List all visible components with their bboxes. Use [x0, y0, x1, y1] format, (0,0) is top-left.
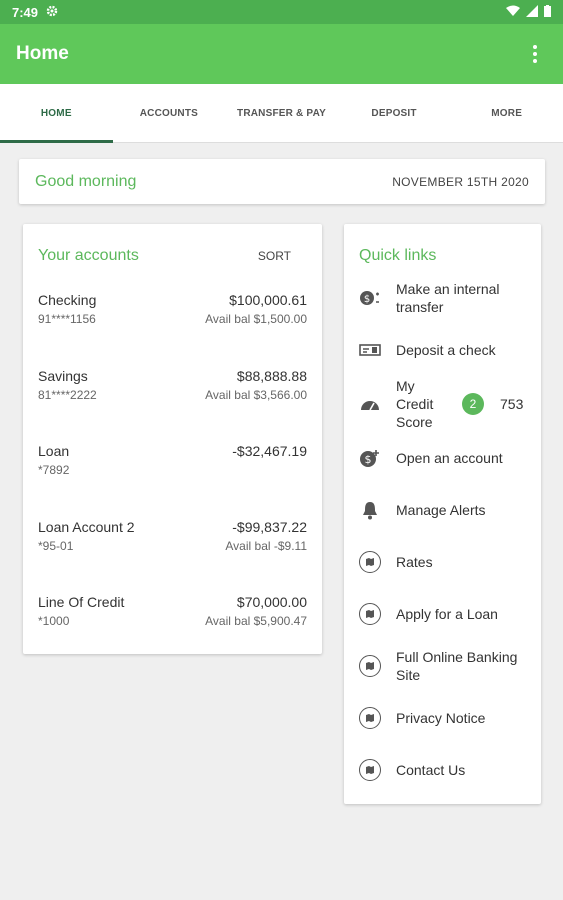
credit-score-value: 753 [500, 396, 524, 412]
greeting-date: NOVEMBER 15TH 2020 [392, 174, 529, 189]
transfer-icon: $ [358, 286, 382, 310]
gauge-icon [358, 392, 382, 416]
account-available: Avail bal $3,566.00 [205, 387, 307, 402]
account-number: *1000 [38, 614, 70, 628]
quick-links-title: Quick links [359, 247, 437, 264]
account-name: Line Of Credit [38, 594, 125, 610]
quick-link-full-online-banking[interactable]: Full Online Banking Site [344, 640, 541, 692]
quick-link-label: Rates [396, 554, 433, 570]
map-icon [358, 706, 382, 730]
account-available: Avail bal $5,900.47 [205, 614, 307, 628]
page-title: Home [16, 43, 69, 64]
check-icon [358, 338, 382, 362]
wifi-icon [506, 5, 520, 20]
account-balance: -$32,467.19 [232, 443, 307, 459]
dollar-plus-icon: $ [358, 446, 382, 470]
tab-bar: HOME ACCOUNTS TRANSFER & PAY DEPOSIT MOR… [0, 84, 563, 143]
quick-link-label: Deposit a check [396, 342, 496, 358]
quick-link-label: Make an internal transfer [396, 281, 500, 315]
quick-link-label: Manage Alerts [396, 502, 486, 518]
account-number: 81****2222 [38, 387, 97, 402]
account-row-loan[interactable]: Loan *7892 -$32,467.19 [23, 423, 322, 499]
quick-link-manage-alerts[interactable]: Manage Alerts [344, 484, 541, 536]
account-name: Loan [38, 443, 70, 459]
map-icon [358, 654, 382, 678]
account-number: 91****1156 [38, 312, 96, 326]
tab-home[interactable]: HOME [0, 84, 113, 143]
quick-links-header: Quick links [344, 224, 541, 272]
credit-score-badge: 2 [462, 393, 484, 415]
quick-link-contact-us[interactable]: Contact Us [344, 744, 541, 796]
account-row-loan-account-2[interactable]: Loan Account 2 *95-01 -$99,837.22 Avail ba… [23, 499, 322, 575]
quick-link-apply-loan[interactable]: Apply for a Loan [344, 588, 541, 640]
quick-link-label: Full Online Banking Site [396, 649, 518, 683]
account-number: *7892 [38, 463, 70, 477]
quick-links-card: Quick links $ Make an internal transfer … [344, 224, 541, 804]
accounts-card: Your accounts SORT Checking 91****1156 $1… [23, 224, 322, 654]
quick-link-label: Privacy Notice [396, 710, 486, 726]
tab-transfer-pay[interactable]: TRANSFER & PAY [225, 84, 338, 142]
account-balance: $100,000.61 [229, 292, 307, 308]
map-icon [358, 758, 382, 782]
quick-link-label: Open an account [396, 450, 503, 466]
quick-link-deposit-check[interactable]: Deposit a check [344, 324, 541, 376]
quick-link-internal-transfer[interactable]: $ Make an internal transfer [344, 272, 541, 324]
tab-deposit[interactable]: DEPOSIT [338, 84, 451, 142]
account-row-savings[interactable]: Savings 81****2222 $88,888.88 Avail bal $3… [23, 348, 322, 424]
account-number: *95-01 [38, 538, 74, 553]
account-balance: $88,888.88 [236, 367, 307, 384]
quick-link-label: Contact Us [396, 762, 466, 778]
app-bar: Home [0, 24, 563, 84]
account-available: Avail bal $1,500.00 [205, 312, 307, 326]
bell-icon [358, 498, 382, 522]
account-row-checking[interactable]: Checking 91****1156 $100,000.61 Avail bal … [23, 272, 322, 348]
quick-link-open-account[interactable]: $ Open an account [344, 432, 541, 484]
account-row-line-of-credit[interactable]: Line Of Credit *1000 $70,000.00 Avail bal … [23, 574, 322, 650]
greeting-card: Good morning NOVEMBER 15TH 2020 [19, 159, 545, 204]
accounts-title: Your accounts [38, 247, 139, 264]
quick-link-privacy-notice[interactable]: Privacy Notice [344, 692, 541, 744]
map-icon [358, 550, 382, 574]
settings-gear-icon [46, 5, 58, 20]
battery-icon [544, 4, 551, 20]
svg-text:$: $ [364, 294, 370, 305]
account-name: Checking [38, 292, 97, 308]
quick-link-rates[interactable]: Rates [344, 536, 541, 588]
account-name: Loan Account 2 [38, 518, 135, 535]
account-available: Avail bal -$9.11 [225, 538, 307, 553]
svg-text:$: $ [365, 453, 372, 466]
quick-link-label: Apply for a Loan [396, 606, 498, 622]
status-time: 7:49 [12, 4, 39, 20]
signal-icon [526, 4, 538, 20]
account-balance: -$99,837.22 [232, 518, 307, 535]
greeting-text: Good morning [35, 172, 137, 190]
status-bar: 7:49 [0, 0, 563, 24]
quick-link-label: My Credit Score [396, 378, 434, 430]
tab-more[interactable]: MORE [450, 84, 563, 142]
account-balance: $70,000.00 [236, 594, 307, 610]
tab-accounts[interactable]: ACCOUNTS [113, 84, 226, 142]
account-name: Savings [38, 367, 88, 384]
quick-link-credit-score[interactable]: My Credit Score 2 753 [344, 376, 541, 432]
sort-button[interactable]: SORT [258, 249, 291, 263]
overflow-menu-icon[interactable] [523, 42, 547, 66]
accounts-header: Your accounts SORT [23, 224, 322, 272]
map-icon [358, 602, 382, 626]
